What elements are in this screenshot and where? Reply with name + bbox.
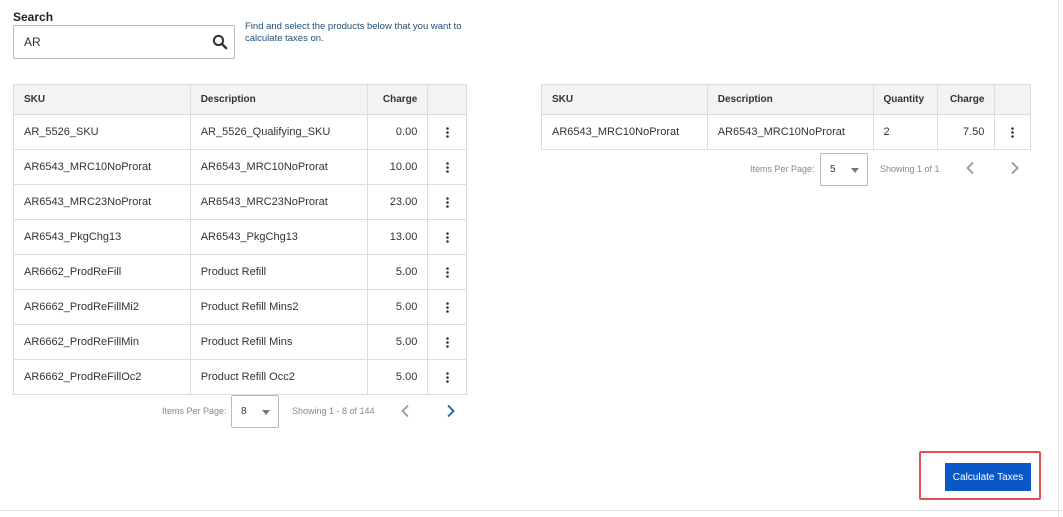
search-icon[interactable]: [212, 34, 228, 50]
items-per-page-label: Items Per Page:: [162, 406, 227, 416]
table-row[interactable]: AR6662_ProdReFill Product Refill 5.00: [13, 254, 467, 290]
cell-description: AR6543_MRC10NoProrat: [706, 114, 874, 150]
search-label: Search: [13, 10, 54, 24]
chevron-down-icon: [851, 168, 859, 173]
row-menu-button[interactable]: [427, 114, 467, 150]
items-per-page-value: 8: [241, 406, 247, 417]
selected-products-table: SKU Description Quantity Charge AR6543_M…: [541, 84, 1031, 150]
showing-count: Showing 1 of 1: [880, 164, 940, 174]
search-field[interactable]: [13, 25, 235, 59]
selected-table-header: SKU Description Quantity Charge: [541, 84, 1031, 115]
header-actions: [427, 84, 467, 115]
more-vertical-icon[interactable]: [445, 301, 449, 313]
header-charge[interactable]: Charge: [937, 84, 996, 115]
row-menu-button[interactable]: [427, 254, 467, 290]
cell-charge: 5.00: [367, 254, 429, 290]
more-vertical-icon[interactable]: [445, 371, 449, 383]
products-table-header: SKU Description Charge: [13, 84, 467, 115]
cell-sku: AR6662_ProdReFill: [13, 254, 191, 290]
cell-sku: AR6543_MRC23NoProrat: [13, 184, 191, 220]
more-vertical-icon[interactable]: [445, 161, 449, 173]
cell-description: Product Refill Mins: [189, 324, 369, 360]
items-per-page-label: Items Per Page:: [750, 164, 815, 174]
cell-charge: 5.00: [367, 289, 429, 325]
more-vertical-icon[interactable]: [445, 336, 449, 348]
next-page-icon[interactable]: [443, 404, 457, 418]
prev-page-icon[interactable]: [964, 161, 978, 175]
table-row[interactable]: AR6543_PkgChg13 AR6543_PkgChg13 13.00: [13, 219, 467, 255]
more-vertical-icon[interactable]: [445, 196, 449, 208]
header-quantity[interactable]: Quantity: [872, 84, 939, 115]
next-page-icon[interactable]: [1007, 161, 1021, 175]
cell-sku: AR6662_ProdReFillMi2: [13, 289, 191, 325]
header-sku[interactable]: SKU: [541, 84, 708, 115]
header-description[interactable]: Description: [189, 84, 369, 115]
cell-charge: 13.00: [367, 219, 429, 255]
prev-page-icon[interactable]: [399, 404, 413, 418]
cell-sku: AR6662_ProdReFillMin: [13, 324, 191, 360]
cell-charge: 23.00: [367, 184, 429, 220]
cell-description: AR6543_MRC23NoProrat: [189, 184, 369, 220]
row-menu-button[interactable]: [427, 149, 467, 185]
row-menu-button[interactable]: [427, 289, 467, 325]
row-menu-button[interactable]: [427, 359, 467, 395]
search-input[interactable]: [14, 26, 204, 58]
cell-sku: AR6543_MRC10NoProrat: [541, 114, 708, 150]
calculate-taxes-button[interactable]: Calculate Taxes: [945, 463, 1031, 491]
divider: [0, 510, 1063, 511]
table-row[interactable]: AR6543_MRC10NoProrat AR6543_MRC10NoProrat…: [13, 149, 467, 185]
cell-sku: AR6543_MRC10NoProrat: [13, 149, 191, 185]
row-menu-button[interactable]: [427, 184, 467, 220]
items-per-page-value: 5: [830, 164, 836, 175]
table-row[interactable]: AR6543_MRC23NoProrat AR6543_MRC23NoProrat…: [13, 184, 467, 220]
cell-description: Product Refill Mins2: [189, 289, 369, 325]
table-row[interactable]: AR6543_MRC10NoProrat AR6543_MRC10NoProrat…: [541, 114, 1031, 150]
items-per-page-select[interactable]: 8: [231, 395, 279, 428]
cell-charge: 10.00: [367, 149, 429, 185]
more-vertical-icon[interactable]: [445, 231, 449, 243]
cell-description: AR_5526_Qualifying_SKU: [189, 114, 369, 150]
cell-charge: 7.50: [937, 114, 996, 150]
row-menu-button[interactable]: [427, 219, 467, 255]
cell-description: AR6543_PkgChg13: [189, 219, 369, 255]
cell-description: AR6543_MRC10NoProrat: [189, 149, 369, 185]
items-per-page-select[interactable]: 5: [820, 153, 868, 186]
cell-sku: AR_5526_SKU: [13, 114, 191, 150]
more-vertical-icon[interactable]: [445, 266, 449, 278]
cell-quantity: 2: [872, 114, 939, 150]
row-menu-button[interactable]: [994, 114, 1031, 150]
showing-count: Showing 1 - 8 of 144: [292, 406, 375, 416]
table-row[interactable]: AR_5526_SKU AR_5526_Qualifying_SKU 0.00: [13, 114, 467, 150]
cell-charge: 0.00: [367, 114, 429, 150]
cell-description: Product Refill: [189, 254, 369, 290]
more-vertical-icon[interactable]: [445, 126, 449, 138]
search-hint: Find and select the products below that …: [245, 21, 462, 44]
cell-charge: 5.00: [367, 324, 429, 360]
row-menu-button[interactable]: [427, 324, 467, 360]
header-description[interactable]: Description: [706, 84, 874, 115]
table-row[interactable]: AR6662_ProdReFillOc2 Product Refill Occ2 5…: [13, 359, 467, 395]
products-table: SKU Description Charge AR_5526_SKU AR_552…: [13, 84, 467, 395]
cell-sku: AR6662_ProdReFillOc2: [13, 359, 191, 395]
header-charge[interactable]: Charge: [367, 84, 429, 115]
chevron-down-icon: [262, 410, 270, 415]
cell-description: Product Refill Occ2: [189, 359, 369, 395]
cell-sku: AR6543_PkgChg13: [13, 219, 191, 255]
header-actions: [994, 84, 1031, 115]
cell-charge: 5.00: [367, 359, 429, 395]
divider: [1058, 0, 1059, 517]
header-sku[interactable]: SKU: [13, 84, 191, 115]
table-row[interactable]: AR6662_ProdReFillMin Product Refill Mins 5…: [13, 324, 467, 360]
table-row[interactable]: AR6662_ProdReFillMi2 Product Refill Mins2…: [13, 289, 467, 325]
more-vertical-icon[interactable]: [1011, 126, 1015, 138]
